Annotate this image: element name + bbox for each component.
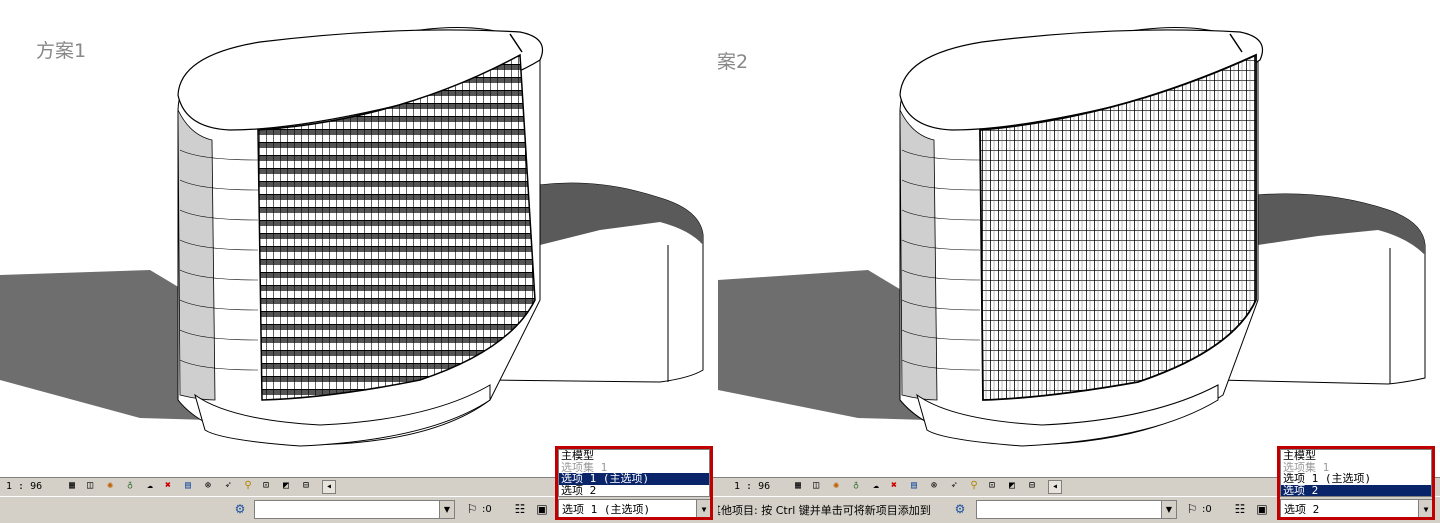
editable-only-icon[interactable]: ⚐: [1184, 501, 1200, 517]
analysis-icon[interactable]: ◩: [1006, 480, 1018, 492]
temp-properties-icon[interactable]: ⚲: [242, 480, 254, 492]
highlight-box: [555, 446, 713, 520]
tower-side-shade: [177, 109, 216, 401]
constraints-icon[interactable]: ⊟: [300, 480, 312, 492]
select-links-icon[interactable]: ▣: [1254, 501, 1270, 517]
building-3d-view[interactable]: [0, 0, 718, 477]
reveal-icon[interactable]: ➶: [222, 480, 234, 492]
worksharing-icon[interactable]: ⊡: [986, 480, 998, 492]
constraints-icon[interactable]: ⊟: [1026, 480, 1038, 492]
ground-shadow: [718, 270, 928, 420]
temp-properties-icon[interactable]: ⚲: [968, 480, 980, 492]
render-icon[interactable]: ☁: [144, 480, 156, 492]
render-icon[interactable]: ☁: [870, 480, 882, 492]
view-scale[interactable]: 1 : 96: [6, 481, 42, 492]
scroll-left-icon[interactable]: ◂: [322, 480, 336, 494]
visual-style-icon[interactable]: ◫: [810, 480, 822, 492]
workset-count: :0: [1202, 504, 1212, 515]
scheme-label: 方案2: [718, 51, 749, 73]
workset-field[interactable]: [976, 500, 1162, 519]
filter-icon[interactable]: ☷: [512, 501, 528, 517]
crop-icon[interactable]: ✖: [162, 480, 174, 492]
editable-only-icon[interactable]: ⚐: [464, 501, 480, 517]
hide-isolate-icon[interactable]: ⊚: [928, 480, 940, 492]
sun-icon[interactable]: ✺: [104, 480, 116, 492]
workset-count: :0: [482, 504, 492, 515]
scheme-label: 方案1: [36, 40, 87, 62]
workset-dropdown-arrow[interactable]: ▼: [439, 500, 455, 519]
view-pane-scheme-2[interactable]: 方案2 1 : 96 ▦ ◫ ✺ ♁ ☁ ✖ ▤ ⊚ ➶ ⚲ ⊡ ◩ ⊟ ◂ 其…: [718, 0, 1440, 523]
design-options-icon[interactable]: ⚙: [952, 501, 968, 517]
analysis-icon[interactable]: ◩: [280, 480, 292, 492]
worksharing-icon[interactable]: ⊡: [260, 480, 272, 492]
reveal-icon[interactable]: ➶: [948, 480, 960, 492]
scroll-left-icon[interactable]: ◂: [1048, 480, 1062, 494]
crop-region-icon[interactable]: ▤: [182, 480, 194, 492]
design-options-icon[interactable]: ⚙: [232, 501, 248, 517]
status-message: 其他项目: 按 Ctrl 键并单击可将新项目添加到: [718, 504, 931, 517]
view-scale[interactable]: 1 : 96: [734, 481, 770, 492]
workset-field[interactable]: [254, 500, 440, 519]
crop-icon[interactable]: ✖: [888, 480, 900, 492]
select-links-icon[interactable]: ▣: [534, 501, 550, 517]
shadow-icon[interactable]: ♁: [850, 480, 862, 492]
crop-region-icon[interactable]: ▤: [908, 480, 920, 492]
detail-level-icon[interactable]: ▦: [792, 480, 804, 492]
detail-level-icon[interactable]: ▦: [66, 480, 78, 492]
workset-dropdown-arrow[interactable]: ▼: [1161, 500, 1177, 519]
highlight-box: [1277, 446, 1435, 520]
sun-icon[interactable]: ✺: [830, 480, 842, 492]
view-pane-scheme-1[interactable]: 方案1 1 : 96 ▦ ◫ ✺ ♁ ☁ ✖ ▤ ⊚ ➶ ⚲ ⊡ ◩ ⊟ ◂ ⚙…: [0, 0, 718, 523]
shadow-icon[interactable]: ♁: [124, 480, 136, 492]
hide-isolate-icon[interactable]: ⊚: [202, 480, 214, 492]
visual-style-icon[interactable]: ◫: [84, 480, 96, 492]
building-3d-view[interactable]: [718, 0, 1440, 477]
tower-side-shade: [899, 109, 938, 401]
filter-icon[interactable]: ☷: [1232, 501, 1248, 517]
